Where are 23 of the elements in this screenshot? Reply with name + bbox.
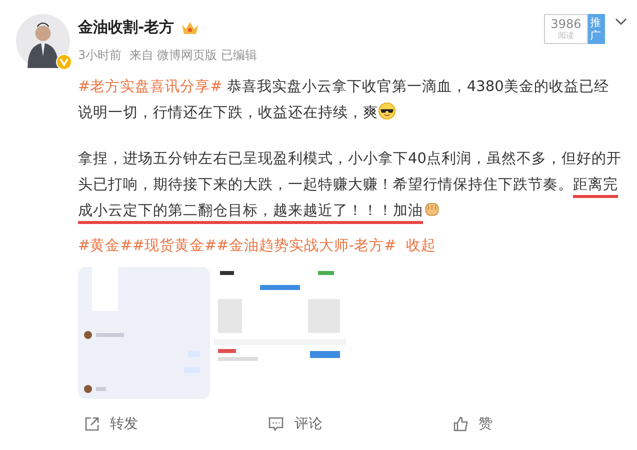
avatar[interactable] bbox=[16, 14, 70, 68]
topic-link[interactable]: #金油趋势实战大师-老方# bbox=[216, 236, 396, 255]
sunglasses-emoji-icon bbox=[378, 102, 396, 120]
promo-tag[interactable]: 推广 bbox=[588, 14, 605, 44]
post-meta: 3小时前 来自 微博网页版 已编辑 bbox=[78, 47, 257, 64]
chevron-down-icon[interactable] bbox=[615, 18, 627, 26]
action-button[interactable]: 转发 bbox=[84, 415, 268, 433]
crown-icon bbox=[180, 20, 200, 36]
topic-link[interactable]: #现货黄金# bbox=[132, 236, 217, 255]
thumbs-up-icon bbox=[452, 416, 469, 432]
action-button[interactable]: 赞 bbox=[452, 415, 637, 433]
author-name[interactable]: 金油收割-老方 bbox=[78, 18, 174, 37]
post-text: #老方实盘喜讯分享# 恭喜我实盘小云拿下收官第一滴血，4380美金的收益已经说明一切，行情还在下跌，收益还在持续，爽 bbox=[78, 78, 610, 123]
collapse-link[interactable]: 收起 bbox=[406, 236, 436, 255]
topic-link[interactable]: #老方实盘喜讯分享# bbox=[78, 79, 222, 95]
post-text: 拿捏，进场五分钟左右已呈现盈利模式，小小拿下40点利润，虽然不多，但好的开头已打响，期待接下来的大跌，一起特赚大赚！希望行情保持住下跌节奏。距离完成小云定下的第二翻仓目标，越来越近了！！！加油 bbox=[78, 150, 622, 221]
comment-icon bbox=[268, 416, 284, 432]
share-icon bbox=[84, 416, 100, 432]
topic-link[interactable]: #黄金# bbox=[78, 236, 132, 255]
action-button[interactable]: 评论 bbox=[268, 415, 453, 433]
read-count: 3986 bbox=[550, 18, 582, 30]
fist-emoji-icon bbox=[423, 200, 441, 218]
read-label: 阅读 bbox=[558, 30, 574, 40]
